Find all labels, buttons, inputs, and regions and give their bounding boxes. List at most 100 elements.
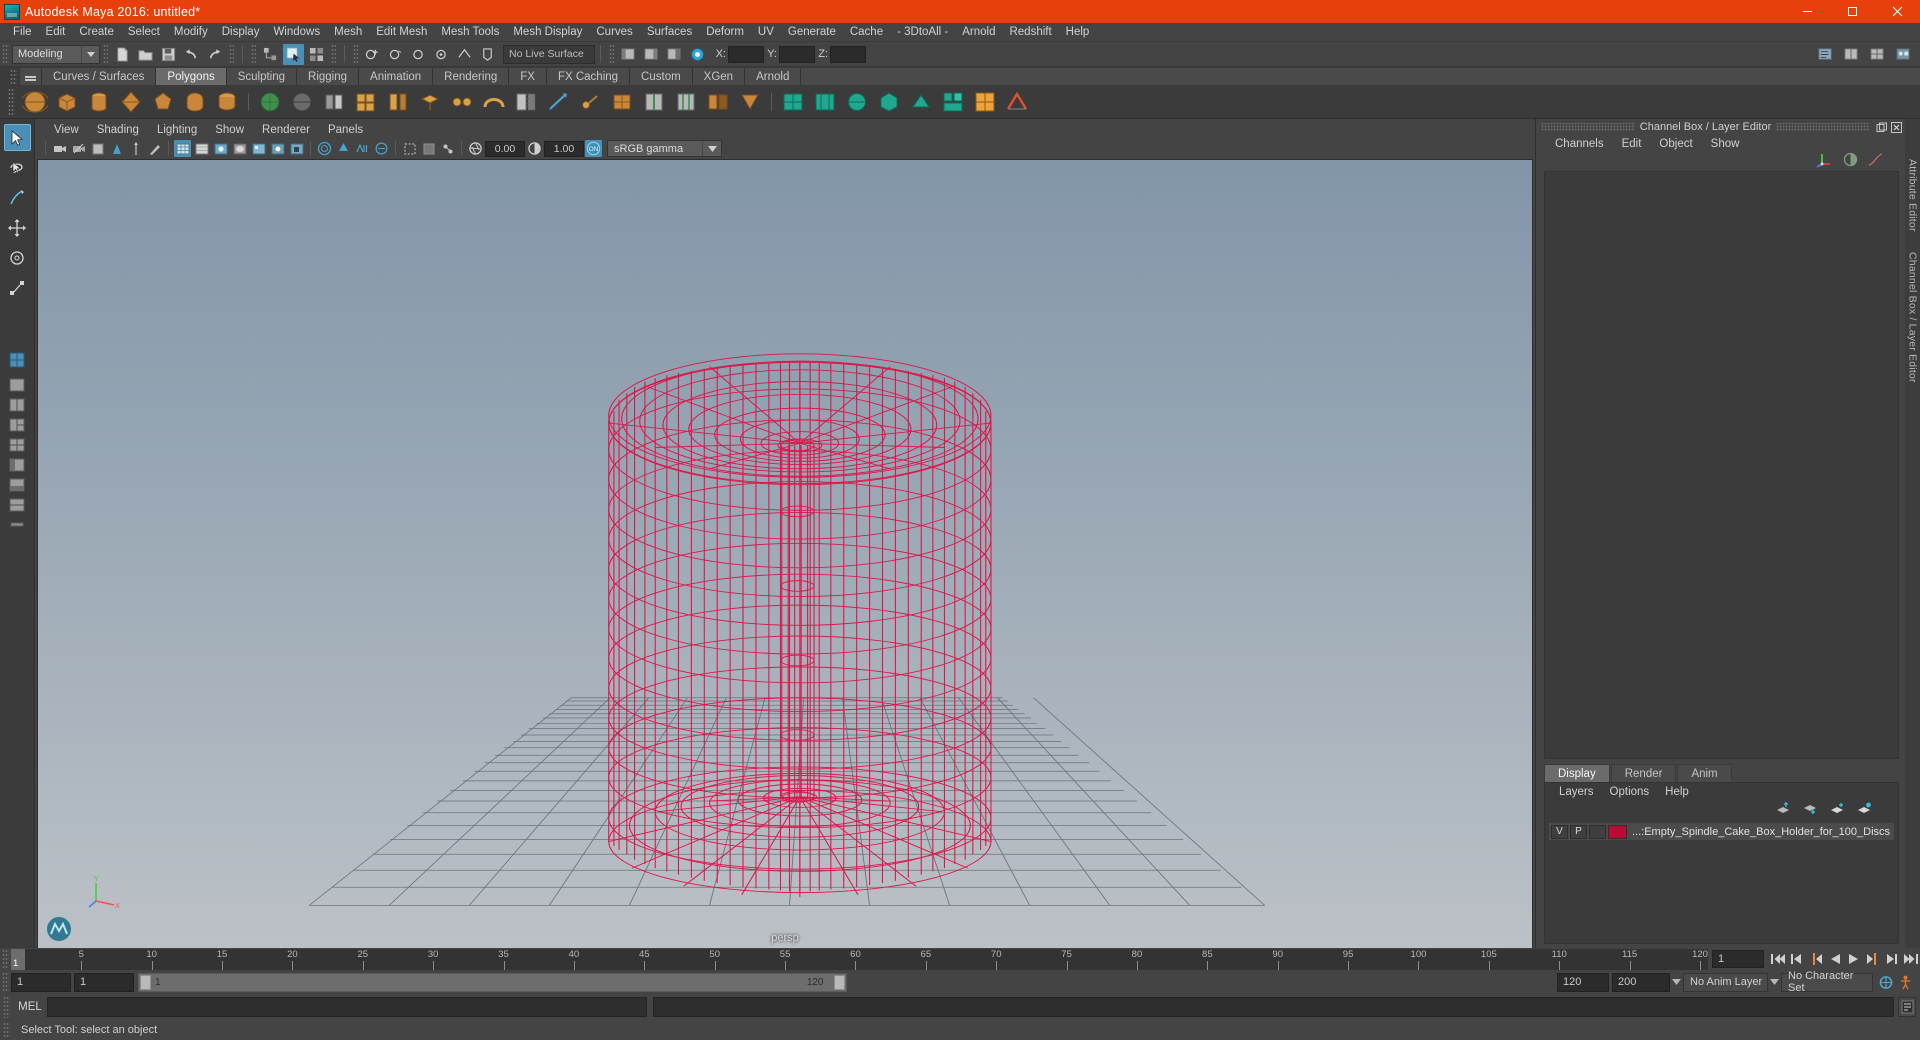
viewport-menu-shading[interactable]: Shading bbox=[88, 121, 148, 138]
new-scene-icon[interactable] bbox=[112, 44, 133, 65]
move-layer-up-icon[interactable] bbox=[1776, 801, 1791, 820]
toolbar-group-grip-1[interactable] bbox=[103, 44, 108, 64]
close-panel-button[interactable] bbox=[1890, 121, 1902, 133]
use-default-material-icon[interactable] bbox=[231, 140, 248, 157]
coord-y-input[interactable] bbox=[779, 45, 815, 63]
dock-tab-channel-box-layer-editor[interactable]: Channel Box / Layer Editor bbox=[1907, 238, 1919, 389]
menu-set-selector[interactable]: Modeling bbox=[12, 44, 100, 64]
save-scene-icon[interactable] bbox=[158, 44, 179, 65]
anim-layer-chevron-icon[interactable] bbox=[1768, 979, 1781, 985]
toolbar-group-grip-6[interactable] bbox=[609, 44, 614, 64]
gamma-value-field[interactable]: 1.00 bbox=[544, 140, 584, 157]
poly-cube-icon[interactable] bbox=[52, 87, 82, 117]
gamma-icon[interactable] bbox=[526, 140, 543, 157]
quick-layout-two-pane-button[interactable] bbox=[7, 396, 27, 414]
poly-mirror-icon[interactable] bbox=[703, 87, 733, 117]
menu-modify[interactable]: Modify bbox=[167, 23, 215, 42]
toolbar-group-grip-3[interactable] bbox=[251, 44, 256, 64]
poly-reduce-icon[interactable] bbox=[735, 87, 765, 117]
poly-quad-draw-icon[interactable] bbox=[607, 87, 637, 117]
select-by-component-type-icon[interactable] bbox=[306, 44, 327, 65]
isolate-select-icon[interactable] bbox=[401, 140, 418, 157]
select-camera-icon[interactable] bbox=[51, 140, 68, 157]
range-slider-left-handle[interactable] bbox=[140, 974, 151, 990]
uv-spherical-map-icon[interactable] bbox=[842, 87, 872, 117]
uv-cylindrical-map-icon[interactable] bbox=[810, 87, 840, 117]
panel-drag-dots-left[interactable] bbox=[1541, 123, 1635, 131]
open-scene-icon[interactable] bbox=[135, 44, 156, 65]
uv-layout-icon[interactable] bbox=[938, 87, 968, 117]
shelf-tab-xgen[interactable]: XGen bbox=[692, 68, 746, 85]
perspective-viewport[interactable]: persp Y X bbox=[37, 159, 1533, 948]
layer-name[interactable]: ...:Empty_Spindle_Cake_Box_Holder_for_10… bbox=[1632, 826, 1890, 838]
crease-tool-icon[interactable] bbox=[1002, 87, 1032, 117]
layer-menu-help[interactable]: Help bbox=[1657, 783, 1697, 801]
color-space-selector[interactable]: sRGB gamma bbox=[607, 140, 722, 157]
two-d-pan-zoom-icon[interactable] bbox=[127, 140, 144, 157]
menu-deform[interactable]: Deform bbox=[699, 23, 751, 42]
menu-redshift[interactable]: Redshift bbox=[1002, 23, 1058, 42]
screen-space-ao-icon[interactable] bbox=[316, 140, 333, 157]
poly-insert-edge-loop-icon[interactable] bbox=[639, 87, 669, 117]
animation-start-time-field[interactable]: 1 bbox=[11, 972, 71, 992]
range-slider-right-handle[interactable] bbox=[833, 974, 845, 990]
go-to-start-button[interactable] bbox=[1768, 950, 1787, 969]
rotate-tool-button[interactable] bbox=[4, 244, 31, 271]
channelbox-menu-edit[interactable]: Edit bbox=[1613, 135, 1651, 153]
animation-end-time-field[interactable]: 200 bbox=[1612, 972, 1670, 992]
shading-sphere-icon[interactable] bbox=[1843, 152, 1858, 172]
undock-panel-button[interactable] bbox=[1875, 121, 1887, 133]
quick-layout-outliner-persp-button[interactable] bbox=[7, 456, 27, 474]
transform-axes-icon[interactable] bbox=[1816, 151, 1833, 173]
channelbox-menu-channels[interactable]: Channels bbox=[1546, 135, 1613, 153]
use-all-lights-icon[interactable] bbox=[269, 140, 286, 157]
quick-layout-four-pane-button[interactable] bbox=[7, 436, 27, 454]
uv-editor-icon[interactable] bbox=[970, 87, 1000, 117]
anim-layer-selector[interactable]: No Anim Layer bbox=[1683, 972, 1768, 992]
layer-menu-options[interactable]: Options bbox=[1602, 783, 1658, 801]
paint-select-tool-button[interactable] bbox=[4, 184, 31, 211]
color-management-toggle-icon[interactable]: ON bbox=[585, 140, 602, 157]
toolbar-group-grip-2[interactable] bbox=[229, 44, 234, 64]
live-surface-field[interactable]: No Live Surface bbox=[503, 44, 595, 64]
viewport-menu-panels[interactable]: Panels bbox=[319, 121, 372, 138]
channel-box-content[interactable] bbox=[1544, 171, 1899, 759]
animation-preferences-button[interactable] bbox=[1896, 973, 1915, 992]
snap-to-view-plane-icon[interactable] bbox=[454, 44, 475, 65]
outliner-panel-icon[interactable] bbox=[1815, 44, 1836, 65]
current-time-indicator[interactable]: 1 bbox=[11, 948, 25, 970]
layer-color-swatch[interactable] bbox=[1608, 824, 1627, 839]
hypershade-panel-icon[interactable] bbox=[1893, 44, 1914, 65]
shelf-tab-polygons[interactable]: Polygons bbox=[156, 68, 227, 85]
playback-options-chevron-icon[interactable] bbox=[1670, 979, 1683, 985]
smooth-mesh-icon[interactable] bbox=[287, 87, 317, 117]
shelf-tab-sculpting[interactable]: Sculpting bbox=[226, 68, 298, 85]
quick-layout-persp-graph-button[interactable] bbox=[7, 496, 27, 514]
time-slider-track[interactable]: 1 5 10 15 20 25 30 35 40 45 50 55 60 65 70 75 80 85 90 95 1… bbox=[11, 948, 1708, 970]
poly-sphere-icon[interactable] bbox=[20, 87, 50, 117]
playback-start-time-field[interactable]: 1 bbox=[74, 972, 134, 992]
scale-tool-button[interactable] bbox=[4, 274, 31, 301]
range-slider-grip[interactable] bbox=[2, 972, 9, 992]
layer-tab-display[interactable]: Display bbox=[1544, 764, 1610, 782]
layer-row[interactable]: V P ...:Empty_Spindle_Cake_Box_Holder_fo… bbox=[1549, 823, 1894, 840]
shelf-tab-custom[interactable]: Custom bbox=[630, 68, 693, 85]
exposure-icon[interactable] bbox=[467, 140, 484, 157]
make-live-icon[interactable] bbox=[477, 44, 498, 65]
shelf-menu-button[interactable] bbox=[20, 68, 42, 85]
toolbar-group-grip-5[interactable] bbox=[353, 44, 358, 64]
help-line-grip[interactable] bbox=[3, 1022, 10, 1038]
poly-plane-icon[interactable] bbox=[180, 87, 210, 117]
select-by-object-type-icon[interactable] bbox=[283, 43, 304, 65]
quick-layout-three-pane-button[interactable] bbox=[7, 416, 27, 434]
undo-icon[interactable] bbox=[181, 44, 202, 65]
menu-edit-mesh[interactable]: Edit Mesh bbox=[369, 23, 434, 42]
last-tool-used-button[interactable] bbox=[4, 346, 31, 373]
toolbar-group-grip-4[interactable] bbox=[331, 44, 336, 64]
character-set-selector[interactable]: No Character Set bbox=[1781, 970, 1873, 994]
auto-keyframe-toggle-button[interactable] bbox=[1877, 973, 1896, 992]
layer-playback-toggle[interactable]: P bbox=[1570, 824, 1587, 839]
play-backwards-button[interactable] bbox=[1825, 950, 1844, 969]
playback-end-time-field[interactable]: 120 bbox=[1557, 972, 1609, 992]
poly-cone-icon[interactable] bbox=[116, 87, 146, 117]
